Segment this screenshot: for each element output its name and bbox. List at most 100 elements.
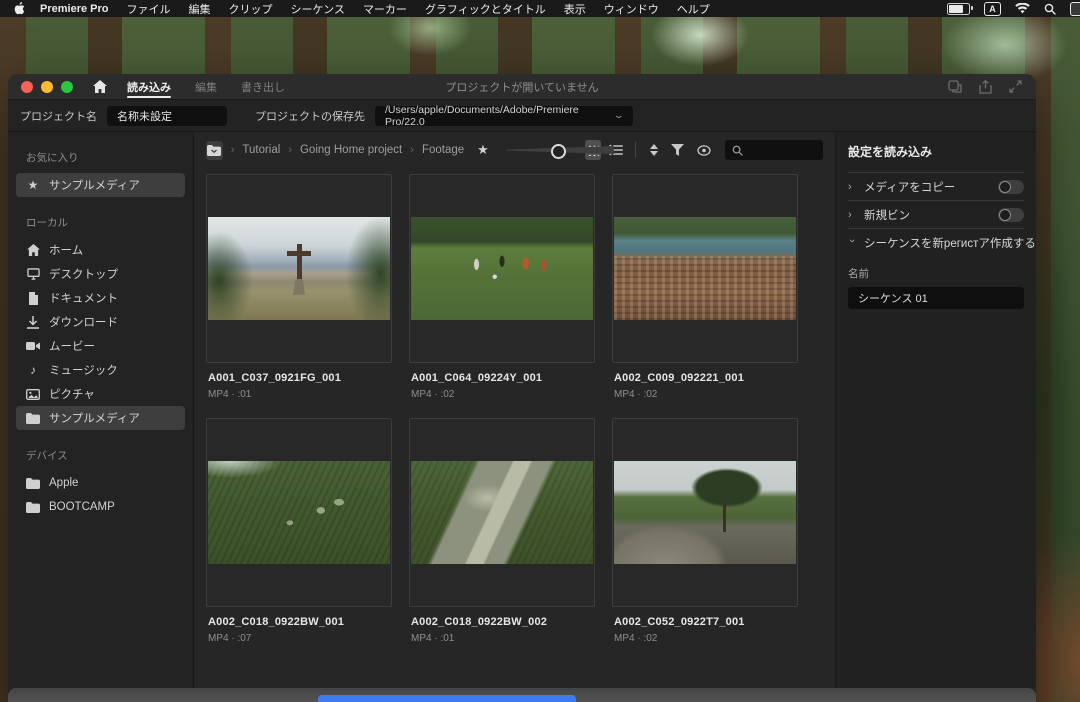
thumbnail-art <box>614 461 796 564</box>
window-titlebar: 読み込み 編集 書き出し プロジェクトが開いていません <box>8 74 1036 100</box>
chevron-down-icon[interactable]: › <box>846 239 858 247</box>
share-icon[interactable] <box>979 80 992 94</box>
sidebar-item-label: ドキュメント <box>49 290 118 306</box>
tab-export[interactable]: 書き出し <box>241 75 285 99</box>
breadcrumb-separator: › <box>410 144 414 156</box>
clip-name: A002_C018_0922BW_002 <box>411 616 595 628</box>
sidebar-section-local: ローカル <box>26 215 185 230</box>
close-window-button[interactable] <box>21 81 33 93</box>
clip-thumbnail-card[interactable] <box>612 418 798 607</box>
sidebar-item-pictures[interactable]: ピクチャ <box>16 382 185 406</box>
star-icon: ★ <box>26 178 40 192</box>
menu-graphics-titles[interactable]: グラフィックとタイトル <box>416 1 555 17</box>
sidebar-item-sample-media-favorite[interactable]: ★ サンプルメディア <box>16 173 185 197</box>
project-location-select[interactable]: /Users/apple/Documents/Adobe/Premiere Pr… <box>375 106 633 126</box>
battery-icon[interactable] <box>947 3 970 15</box>
minimize-window-button[interactable] <box>41 81 53 93</box>
menu-clip[interactable]: クリップ <box>219 1 281 17</box>
thumbnail-art <box>614 217 796 320</box>
footer-progress-bar <box>318 695 576 702</box>
apple-menu-icon[interactable] <box>14 2 25 15</box>
clip-thumbnail-card[interactable] <box>409 418 595 607</box>
sidebar-item-movies[interactable]: ムービー <box>16 334 185 358</box>
premiere-import-window: 読み込み 編集 書き出し プロジェクトが開いていません プロジェクト名 名称未設… <box>8 74 1036 702</box>
sidebar-item-home[interactable]: ホーム <box>16 238 185 262</box>
clip-item: A002_C018_0922BW_002 MP4 · :01 <box>409 418 595 644</box>
desktop: Premiere Pro ファイル 編集 クリップ シーケンス マーカー グラフ… <box>0 0 1080 702</box>
clip-thumbnail-card[interactable] <box>206 418 392 607</box>
clip-name: A002_C009_092221_001 <box>614 372 798 384</box>
menu-premiere-pro[interactable]: Premiere Pro <box>31 3 117 15</box>
control-center-icon[interactable] <box>1070 2 1080 16</box>
clip-thumbnail-card[interactable] <box>206 174 392 363</box>
clip-thumbnail-card[interactable] <box>409 174 595 363</box>
breadcrumb-separator: › <box>231 144 235 156</box>
folder-icon <box>26 413 40 424</box>
favorite-star-icon[interactable]: ★ <box>477 142 489 158</box>
spotlight-search-icon[interactable] <box>1044 3 1056 15</box>
breadcrumb-going-home-project[interactable]: Going Home project <box>300 144 402 156</box>
sidebar-item-sample-media[interactable]: サンプルメディア <box>16 406 185 430</box>
thumbnail-art <box>411 217 593 320</box>
new-bin-toggle[interactable] <box>998 208 1024 222</box>
zoom-window-button[interactable] <box>61 81 73 93</box>
thumbnail-size-slider[interactable] <box>506 143 578 157</box>
clip-item: A002_C052_0922T7_001 MP4 · :02 <box>612 418 798 644</box>
quick-export-icon[interactable] <box>948 80 962 93</box>
movie-icon <box>26 341 40 351</box>
preview-eye-button[interactable] <box>694 145 714 156</box>
desktop-icon <box>26 268 40 280</box>
footer-bar <box>8 688 1036 702</box>
sidebar-item-desktop[interactable]: デスクトップ <box>16 262 185 286</box>
breadcrumb-tutorial[interactable]: Tutorial <box>242 144 280 156</box>
project-name-input[interactable]: 名称未設定 <box>107 106 227 126</box>
home-icon[interactable] <box>93 80 107 93</box>
sidebar-item-music[interactable]: ♪ ミュージック <box>16 358 185 382</box>
sidebar-item-bootcamp[interactable]: BOOTCAMP <box>16 495 185 519</box>
menu-sequence[interactable]: シーケンス <box>281 1 353 17</box>
filter-button[interactable] <box>668 144 687 156</box>
sidebar-item-label: ムービー <box>49 338 95 354</box>
menu-help[interactable]: ヘルプ <box>668 1 719 17</box>
clip-meta: MP4 · :07 <box>208 633 392 644</box>
menu-window[interactable]: ウィンドウ <box>595 1 668 17</box>
sidebar-item-label: ホーム <box>49 242 83 258</box>
menu-edit[interactable]: 編集 <box>179 1 219 17</box>
breadcrumb-footage[interactable]: Footage <box>422 144 464 156</box>
tab-edit[interactable]: 編集 <box>195 75 217 99</box>
setting-label: メディアをコピー <box>864 179 990 195</box>
copy-media-toggle[interactable] <box>998 180 1024 194</box>
clip-name: A002_C052_0922T7_001 <box>614 616 798 628</box>
input-source-icon[interactable]: A <box>984 2 1001 16</box>
sequence-name-input[interactable]: シーケンス 01 <box>848 287 1024 309</box>
root-folder-button[interactable] <box>206 141 223 160</box>
menu-view[interactable]: 表示 <box>555 1 595 17</box>
sidebar-item-label: サンプルメディア <box>49 177 140 193</box>
sidebar-item-downloads[interactable]: ダウンロード <box>16 310 185 334</box>
chevron-right-icon[interactable]: › <box>848 181 856 193</box>
clip-thumbnail-card[interactable] <box>612 174 798 363</box>
sidebar-item-label: サンプルメディア <box>49 410 140 426</box>
music-icon: ♪ <box>26 363 40 377</box>
sidebar-item-documents[interactable]: ドキュメント <box>16 286 185 310</box>
chevron-right-icon[interactable]: › <box>848 209 856 221</box>
menu-marker[interactable]: マーカー <box>354 1 416 17</box>
sidebar-item-label: BOOTCAMP <box>49 501 115 513</box>
media-browser: › Tutorial › Going Home project › Footag… <box>194 132 835 688</box>
clip-meta: MP4 · :02 <box>614 633 798 644</box>
thumbnail-art <box>208 461 390 564</box>
setting-create-new-sequence: › シーケンスを新регистア作成する <box>848 229 1024 256</box>
project-settings-row: プロジェクト名 名称未設定 プロジェクトの保存先 /Users/apple/Do… <box>8 100 1036 132</box>
sidebar-item-label: デスクトップ <box>49 266 118 282</box>
search-input[interactable] <box>725 140 823 160</box>
tab-import[interactable]: 読み込み <box>127 75 171 99</box>
slider-thumb[interactable] <box>551 144 566 159</box>
clip-meta: MP4 · :01 <box>411 633 595 644</box>
thumbnail-art <box>411 461 593 564</box>
fullscreen-icon[interactable] <box>1009 80 1022 93</box>
picture-icon <box>26 389 40 400</box>
sidebar-item-apple-device[interactable]: Apple <box>16 471 185 495</box>
sort-button[interactable] <box>647 144 661 156</box>
wifi-icon[interactable] <box>1015 3 1030 14</box>
menu-file[interactable]: ファイル <box>117 1 179 17</box>
